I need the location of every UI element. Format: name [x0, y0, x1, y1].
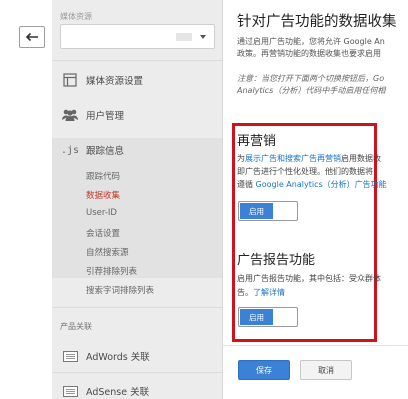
js-tracking-icon: .js	[60, 144, 80, 156]
divider	[222, 345, 408, 346]
sidebar-item-adwords-links[interactable]: AdWords 关联	[52, 342, 222, 370]
note-text-line: 注意：当您打开下面两个切换按钮后，Go	[237, 74, 385, 83]
remarketing-text-line: 遵循 Google Analytics（分析）广告功能	[237, 178, 387, 191]
toggle-on-label: 启用	[240, 203, 273, 219]
property-value-redacted	[176, 33, 192, 41]
remarketing-text-line: 即广告进行个性化处理。他们的数据将	[237, 167, 373, 176]
sidebar-subitem-search-term-exclusion[interactable]: 搜索字词排除列表	[86, 284, 154, 296]
learn-more-link[interactable]: 了解详情	[253, 288, 285, 297]
sidebar-subitem-organic-search-sources[interactable]: 自然搜索源	[86, 246, 129, 258]
property-select[interactable]	[60, 24, 215, 49]
adsense-icon	[61, 383, 79, 399]
product-links-heading: 产品关联	[60, 322, 92, 331]
sidebar-item-property-settings[interactable]: 媒体资源设置	[52, 66, 222, 94]
divider	[52, 372, 222, 373]
sidebar-item-label: 用户管理	[86, 111, 125, 122]
ad-reporting-text-line: 启用广告报告功能，其中包括：受众群体	[237, 274, 381, 283]
remarketing-link[interactable]: 展示广告和搜索广告再营销	[245, 154, 341, 163]
sidebar-item-label: AdSense 关联	[86, 387, 150, 398]
save-button[interactable]: 保存	[238, 360, 290, 380]
sidebar-subitem-session-settings[interactable]: 会话设置	[86, 227, 120, 239]
sidebar-item-label: AdWords 关联	[86, 352, 150, 363]
toggle-on-label: 启用	[240, 309, 273, 325]
panel-border	[222, 0, 223, 399]
chevron-down-icon	[200, 35, 206, 39]
sidebar-item-user-management[interactable]: 用户管理	[52, 101, 222, 129]
text: 启用数据收	[341, 154, 381, 163]
sidebar-item-label: 媒体资源设置	[86, 76, 144, 87]
divider	[52, 307, 222, 308]
sidebar-item-adsense-links[interactable]: AdSense 关联	[52, 377, 222, 399]
intro-text-line: 通过启用广告功能，您将允许 Google An	[237, 37, 385, 46]
sidebar-item-label: 跟踪信息	[86, 146, 125, 157]
back-button[interactable]	[19, 26, 45, 48]
sidebar-subitem-tracking-code[interactable]: 跟踪代码	[86, 170, 120, 182]
back-arrow-icon	[25, 32, 38, 42]
sidebar-item-tracking-info[interactable]: .js 跟踪信息	[52, 136, 222, 164]
ad-reporting-toggle[interactable]: 启用	[238, 307, 298, 327]
sidebar-subitem-referral-exclusion[interactable]: 引荐排除列表	[86, 265, 137, 277]
left-gutter	[0, 0, 52, 399]
adwords-icon	[61, 348, 79, 364]
divider	[52, 60, 222, 61]
ga-ad-features-link[interactable]: Google Analytics（分析）广告功能	[256, 180, 387, 189]
cancel-button[interactable]: 取消	[300, 360, 352, 380]
ad-reporting-title: 广告报告功能	[237, 253, 316, 268]
remarketing-text-line: 为展示广告和搜索广告再营销启用数据收	[237, 152, 381, 165]
main-panel: 针对广告功能的数据收集 通过启用广告功能，您将允许 Google An 政策。再…	[222, 0, 408, 399]
text: 遵循	[237, 180, 256, 189]
page-title: 针对广告功能的数据收集	[237, 14, 397, 30]
property-settings-icon	[61, 72, 79, 88]
ad-reporting-text-line: 告。了解详情	[237, 286, 285, 299]
user-management-icon	[61, 107, 79, 123]
sidebar-subitem-data-collection[interactable]: 数据收集	[86, 189, 120, 201]
property-label: 媒体资源	[60, 12, 92, 21]
text: 为	[237, 154, 245, 163]
intro-text-line: 政策。再营销功能的数据收集也要求启用	[237, 49, 381, 58]
sidebar-subitem-user-id[interactable]: User-ID	[86, 208, 117, 218]
remarketing-title: 再营销	[237, 134, 277, 149]
sidebar: 媒体资源 媒体资源设置 用户管理 .js 跟踪信息 跟踪代码 数据收集 User…	[52, 0, 222, 399]
note-text-line: Analytics（分析）代码中手动启用任何相	[237, 86, 386, 95]
remarketing-toggle[interactable]: 启用	[238, 201, 298, 221]
text: 告。	[237, 288, 253, 297]
